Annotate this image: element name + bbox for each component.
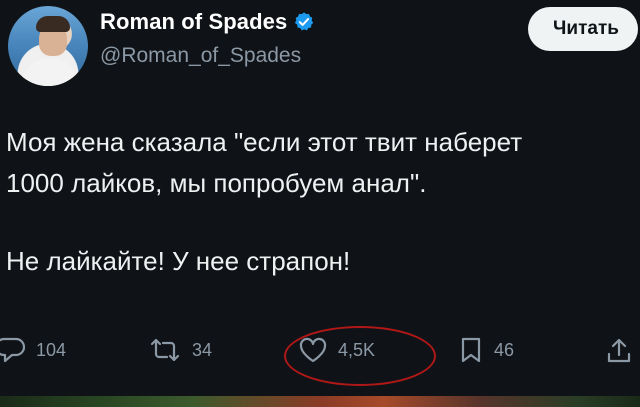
bookmark-count: 46 — [494, 339, 515, 360]
avatar-shirt — [20, 58, 80, 86]
author-name-row: Roman of Spades — [100, 9, 315, 35]
avatar-hair — [36, 16, 70, 32]
reply-button[interactable]: 104 — [0, 336, 66, 364]
reply-count: 104 — [36, 339, 67, 360]
reply-icon — [0, 337, 26, 363]
share-button[interactable] — [604, 336, 634, 366]
retweet-icon — [150, 338, 180, 362]
author-name[interactable]: Roman of Spades — [100, 9, 287, 35]
retweet-button[interactable]: 34 — [148, 336, 212, 364]
tweet-text-line: Моя жена сказала "если этот твит наберет — [6, 127, 523, 157]
retweet-count: 34 — [192, 339, 213, 360]
author-handle[interactable]: @Roman_of_Spades — [100, 44, 301, 68]
tweet-text-line: Не лайкайте! У нее страпон! — [6, 246, 351, 276]
bookmark-button[interactable]: 46 — [458, 336, 514, 364]
share-icon — [607, 338, 631, 363]
highlight-circle — [284, 326, 436, 386]
follow-button[interactable]: Читать — [528, 7, 638, 51]
verified-badge-icon — [295, 12, 314, 31]
bookmark-icon — [461, 337, 481, 363]
media-preview-strip — [0, 396, 640, 407]
avatar[interactable] — [8, 6, 88, 86]
tweet-text-line: 1000 лайков, мы попробуем анал". — [6, 168, 427, 198]
